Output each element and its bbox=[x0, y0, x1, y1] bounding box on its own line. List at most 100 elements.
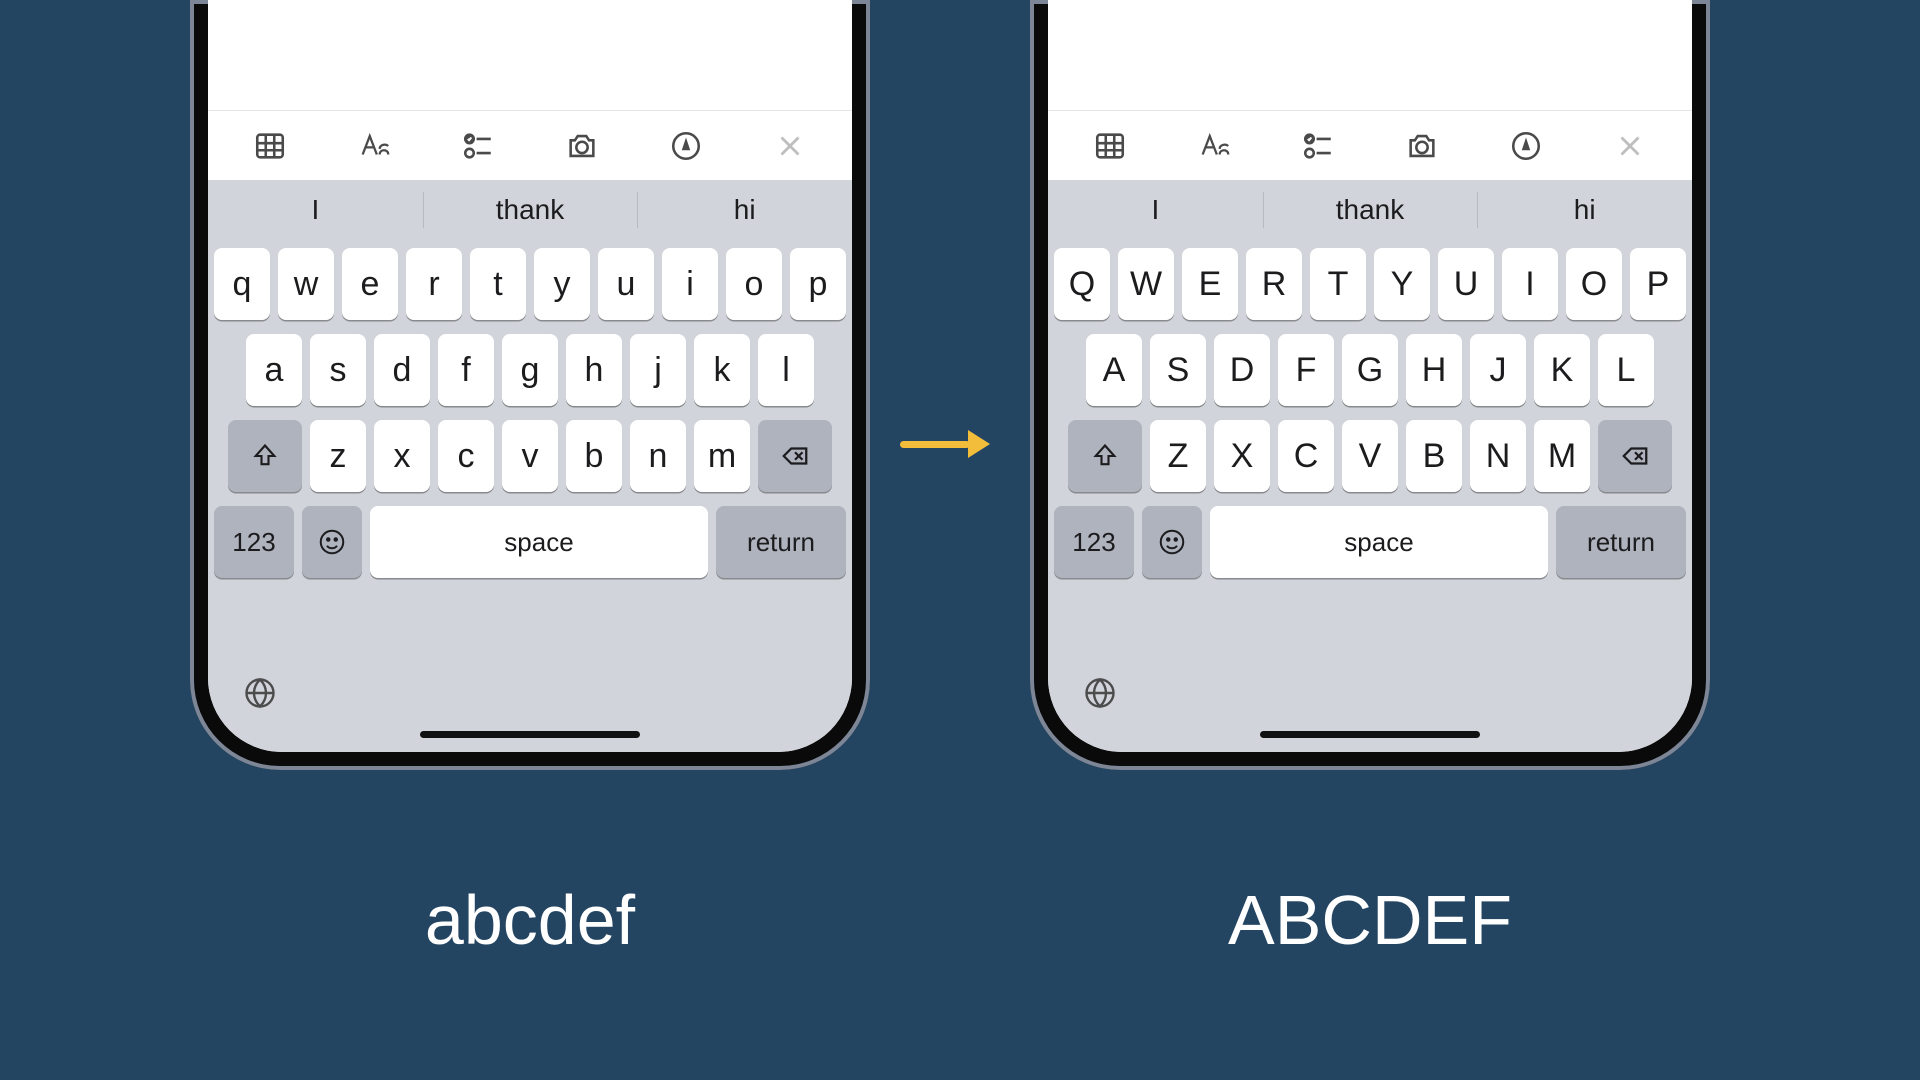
key-c[interactable]: c bbox=[438, 420, 494, 492]
key-d[interactable]: D bbox=[1214, 334, 1270, 406]
key-v[interactable]: v bbox=[502, 420, 558, 492]
globe-icon[interactable] bbox=[242, 675, 278, 716]
phone-lowercase: I thank hi q w e r t y u i o p bbox=[190, 0, 870, 770]
key-l[interactable]: L bbox=[1598, 334, 1654, 406]
key-h[interactable]: h bbox=[566, 334, 622, 406]
suggestion-3[interactable]: hi bbox=[1477, 180, 1692, 240]
key-g[interactable]: g bbox=[502, 334, 558, 406]
key-p[interactable]: P bbox=[1630, 248, 1686, 320]
suggestion-2[interactable]: thank bbox=[423, 180, 638, 240]
table-icon[interactable] bbox=[1060, 121, 1160, 171]
key-y[interactable]: y bbox=[534, 248, 590, 320]
numbers-key[interactable]: 123 bbox=[1054, 506, 1134, 578]
key-r[interactable]: R bbox=[1246, 248, 1302, 320]
key-row-2: a s d f g h j k l bbox=[214, 334, 846, 406]
notes-toolbar bbox=[1048, 110, 1692, 181]
close-icon[interactable] bbox=[1580, 121, 1680, 171]
editor-canvas[interactable] bbox=[208, 0, 852, 110]
key-u[interactable]: u bbox=[598, 248, 654, 320]
key-o[interactable]: O bbox=[1566, 248, 1622, 320]
key-row-3: Z X C V B N M bbox=[1054, 420, 1686, 492]
space-key[interactable]: space bbox=[1210, 506, 1548, 578]
return-key[interactable]: return bbox=[716, 506, 846, 578]
key-t[interactable]: T bbox=[1310, 248, 1366, 320]
transition-arrow-icon bbox=[900, 430, 990, 458]
key-i[interactable]: I bbox=[1502, 248, 1558, 320]
numbers-key[interactable]: 123 bbox=[214, 506, 294, 578]
key-y[interactable]: Y bbox=[1374, 248, 1430, 320]
key-x[interactable]: X bbox=[1214, 420, 1270, 492]
key-row-1: q w e r t y u i o p bbox=[214, 248, 846, 320]
suggestion-2[interactable]: thank bbox=[1263, 180, 1478, 240]
suggestion-3[interactable]: hi bbox=[637, 180, 852, 240]
home-indicator[interactable] bbox=[1260, 731, 1480, 738]
space-key[interactable]: space bbox=[370, 506, 708, 578]
shift-key[interactable] bbox=[1068, 420, 1142, 492]
key-t[interactable]: t bbox=[470, 248, 526, 320]
key-z[interactable]: z bbox=[310, 420, 366, 492]
camera-icon[interactable] bbox=[532, 121, 632, 171]
key-m[interactable]: m bbox=[694, 420, 750, 492]
key-k[interactable]: K bbox=[1534, 334, 1590, 406]
phone-screen: I thank hi q w e r t y u i o p bbox=[208, 0, 852, 752]
key-a[interactable]: a bbox=[246, 334, 302, 406]
emoji-key[interactable] bbox=[302, 506, 362, 578]
key-f[interactable]: f bbox=[438, 334, 494, 406]
return-key[interactable]: return bbox=[1556, 506, 1686, 578]
key-row-3: z x c v b n m bbox=[214, 420, 846, 492]
markup-icon[interactable] bbox=[1476, 121, 1576, 171]
key-e[interactable]: E bbox=[1182, 248, 1238, 320]
key-g[interactable]: G bbox=[1342, 334, 1398, 406]
text-format-icon[interactable] bbox=[1164, 121, 1264, 171]
table-icon[interactable] bbox=[220, 121, 320, 171]
key-r[interactable]: r bbox=[406, 248, 462, 320]
key-o[interactable]: o bbox=[726, 248, 782, 320]
close-icon[interactable] bbox=[740, 121, 840, 171]
phone-frame: I thank hi Q W E R T Y U I O P bbox=[1030, 0, 1710, 770]
key-n[interactable]: N bbox=[1470, 420, 1526, 492]
key-q[interactable]: Q bbox=[1054, 248, 1110, 320]
key-row-1: Q W E R T Y U I O P bbox=[1054, 248, 1686, 320]
key-e[interactable]: e bbox=[342, 248, 398, 320]
key-i[interactable]: i bbox=[662, 248, 718, 320]
home-indicator[interactable] bbox=[420, 731, 640, 738]
shift-key[interactable] bbox=[228, 420, 302, 492]
key-u[interactable]: U bbox=[1438, 248, 1494, 320]
key-q[interactable]: q bbox=[214, 248, 270, 320]
key-f[interactable]: F bbox=[1278, 334, 1334, 406]
phone-uppercase: I thank hi Q W E R T Y U I O P bbox=[1030, 0, 1710, 770]
key-n[interactable]: n bbox=[630, 420, 686, 492]
backspace-key[interactable] bbox=[1598, 420, 1672, 492]
editor-canvas[interactable] bbox=[1048, 0, 1692, 110]
key-j[interactable]: J bbox=[1470, 334, 1526, 406]
key-h[interactable]: H bbox=[1406, 334, 1462, 406]
key-v[interactable]: V bbox=[1342, 420, 1398, 492]
key-b[interactable]: b bbox=[566, 420, 622, 492]
suggestion-1[interactable]: I bbox=[208, 180, 423, 240]
key-p[interactable]: p bbox=[790, 248, 846, 320]
key-d[interactable]: d bbox=[374, 334, 430, 406]
camera-icon[interactable] bbox=[1372, 121, 1472, 171]
key-w[interactable]: W bbox=[1118, 248, 1174, 320]
key-m[interactable]: M bbox=[1534, 420, 1590, 492]
key-k[interactable]: k bbox=[694, 334, 750, 406]
globe-icon[interactable] bbox=[1082, 675, 1118, 716]
key-j[interactable]: j bbox=[630, 334, 686, 406]
key-x[interactable]: x bbox=[374, 420, 430, 492]
markup-icon[interactable] bbox=[636, 121, 736, 171]
key-z[interactable]: Z bbox=[1150, 420, 1206, 492]
key-w[interactable]: w bbox=[278, 248, 334, 320]
key-s[interactable]: s bbox=[310, 334, 366, 406]
suggestion-1[interactable]: I bbox=[1048, 180, 1263, 240]
key-a[interactable]: A bbox=[1086, 334, 1142, 406]
emoji-key[interactable] bbox=[1142, 506, 1202, 578]
text-format-icon[interactable] bbox=[324, 121, 424, 171]
checklist-icon[interactable] bbox=[428, 121, 528, 171]
key-s[interactable]: S bbox=[1150, 334, 1206, 406]
checklist-icon[interactable] bbox=[1268, 121, 1368, 171]
key-l[interactable]: l bbox=[758, 334, 814, 406]
suggestion-bar: I thank hi bbox=[1048, 180, 1692, 240]
key-b[interactable]: B bbox=[1406, 420, 1462, 492]
backspace-key[interactable] bbox=[758, 420, 832, 492]
key-c[interactable]: C bbox=[1278, 420, 1334, 492]
